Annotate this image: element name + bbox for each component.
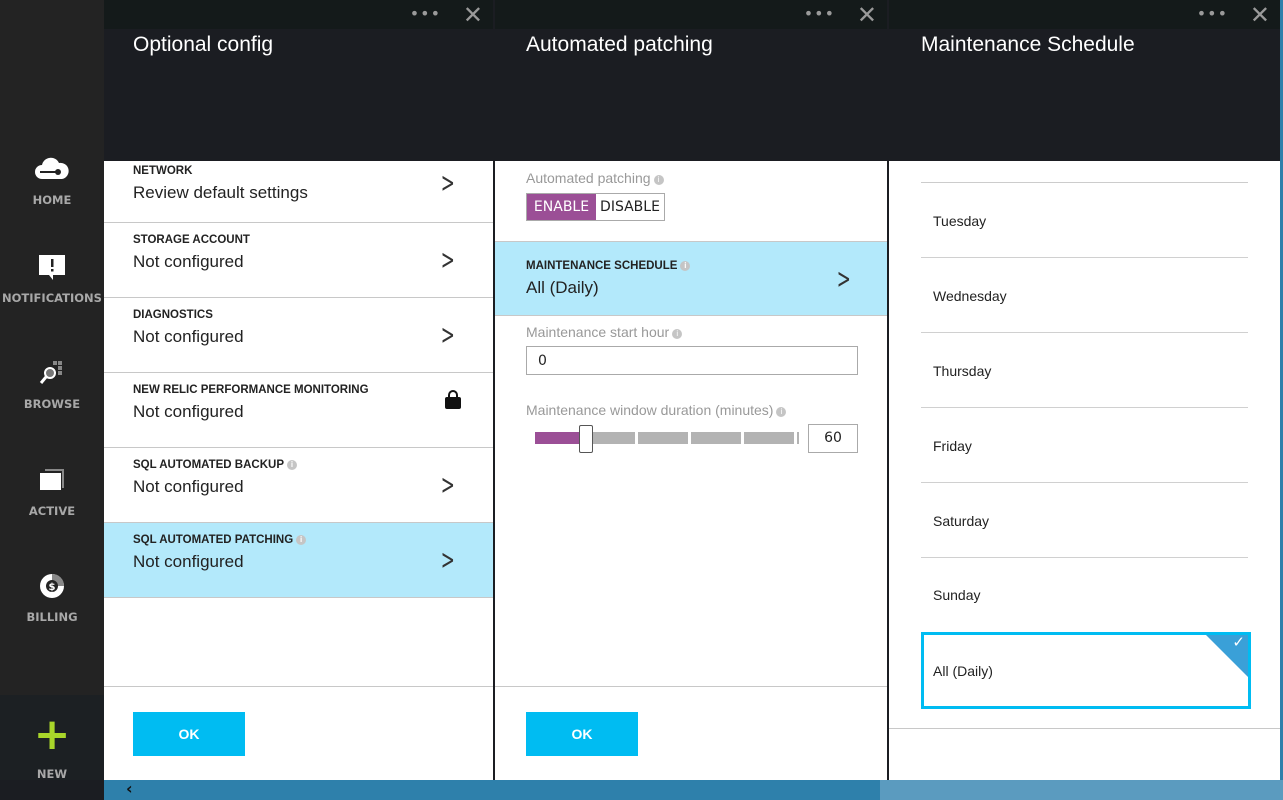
nav-label: ACTIVE bbox=[28, 504, 76, 518]
sidebar: HOME NOTIFICATIONS BROWSE ACTIVE $ BILLI… bbox=[0, 0, 104, 780]
blade-maintenance-schedule: ••• ✕ Maintenance Schedule Tuesday Wednes… bbox=[889, 0, 1280, 780]
row-storage[interactable]: STORAGE ACCOUNT Not configured > bbox=[104, 223, 493, 298]
info-icon[interactable]: i bbox=[287, 460, 297, 470]
new-label: NEW bbox=[36, 767, 68, 781]
info-icon[interactable]: i bbox=[672, 329, 683, 339]
horizontal-scrollbar[interactable]: ‹ bbox=[104, 779, 1283, 800]
day-option-selected[interactable]: All (Daily) ✓ bbox=[921, 632, 1251, 709]
chevron-right-icon: > bbox=[440, 468, 455, 501]
row-label: STORAGE ACCOUNT bbox=[133, 234, 250, 246]
ok-button[interactable]: OK bbox=[526, 712, 638, 756]
chevron-right-icon: > bbox=[440, 243, 455, 276]
row-value: Not configured bbox=[133, 477, 244, 496]
day-label: All (Daily) bbox=[933, 663, 993, 679]
row-label: DIAGNOSTICS bbox=[133, 309, 213, 321]
browse-icon bbox=[39, 361, 62, 384]
row-label: NETWORK bbox=[133, 165, 193, 177]
field-label: Maintenance start hour bbox=[526, 324, 670, 340]
lock-icon bbox=[445, 390, 461, 409]
duration-slider[interactable] bbox=[535, 425, 799, 453]
nav-label: HOME bbox=[32, 193, 72, 207]
disable-toggle[interactable]: DISABLE bbox=[596, 194, 664, 220]
nav-active[interactable]: ACTIVE bbox=[0, 466, 104, 518]
row-network[interactable]: NETWORK Review default settings > bbox=[104, 161, 493, 223]
scroll-thumb[interactable] bbox=[880, 780, 1283, 800]
row-sql-patching[interactable]: SQL AUTOMATED PATCHING i Not configured > bbox=[104, 523, 493, 598]
close-icon[interactable]: ✕ bbox=[857, 1, 877, 29]
active-icon bbox=[40, 469, 64, 490]
slider-thumb[interactable] bbox=[579, 425, 593, 453]
cloud-icon bbox=[35, 157, 69, 179]
enable-toggle[interactable]: ENABLE bbox=[527, 194, 596, 220]
plus-icon: + bbox=[33, 709, 71, 760]
nav-label: NOTIFICATIONS bbox=[2, 291, 102, 305]
scroll-left-icon[interactable]: ‹ bbox=[126, 779, 133, 798]
duration-input[interactable]: 60 bbox=[808, 424, 858, 453]
start-hour-input[interactable]: 0 bbox=[526, 346, 858, 375]
blade-title: Maintenance Schedule bbox=[889, 29, 1280, 161]
info-icon[interactable]: i bbox=[296, 535, 307, 545]
row-sql-backup[interactable]: SQL AUTOMATED BACKUP i Not configured > bbox=[104, 448, 493, 523]
ok-button[interactable]: OK bbox=[133, 712, 245, 756]
field-label: Automated patching bbox=[526, 170, 651, 186]
more-icon[interactable]: ••• bbox=[804, 4, 835, 23]
day-option[interactable]: Thursday bbox=[921, 333, 1248, 408]
new-button[interactable]: + NEW bbox=[0, 695, 104, 781]
close-icon[interactable]: ✕ bbox=[463, 1, 483, 29]
day-option[interactable]: Friday bbox=[921, 408, 1248, 483]
blade-optional-config: ••• ✕ Optional config NETWORK Review defau… bbox=[104, 0, 493, 780]
row-label: NEW RELIC PERFORMANCE MONITORING bbox=[133, 384, 369, 396]
more-icon[interactable]: ••• bbox=[1197, 4, 1228, 23]
day-option[interactable]: Wednesday bbox=[921, 258, 1248, 333]
row-new-relic: NEW RELIC PERFORMANCE MONITORING Not conf… bbox=[104, 373, 493, 448]
chevron-right-icon: > bbox=[836, 262, 851, 295]
nav-home[interactable]: HOME bbox=[0, 155, 104, 207]
notification-icon bbox=[39, 255, 65, 280]
row-label: SQL AUTOMATED PATCHING bbox=[133, 534, 294, 546]
nav-billing[interactable]: $ BILLING bbox=[0, 572, 104, 624]
chevron-right-icon: > bbox=[440, 543, 455, 576]
nav-label: BILLING bbox=[26, 610, 78, 624]
field-label: Maintenance window duration (minutes) bbox=[526, 402, 774, 418]
row-value: Review default settings bbox=[133, 183, 308, 202]
blade-title: Automated patching bbox=[495, 29, 887, 161]
info-icon[interactable]: i bbox=[680, 261, 691, 271]
row-value: Not configured bbox=[133, 327, 244, 346]
close-icon[interactable]: ✕ bbox=[1250, 1, 1270, 29]
chevron-right-icon: > bbox=[440, 166, 455, 199]
svg-text:$: $ bbox=[49, 582, 56, 593]
row-value: Not configured bbox=[133, 252, 244, 271]
chevron-right-icon: > bbox=[440, 318, 455, 351]
info-icon[interactable]: i bbox=[653, 175, 664, 185]
blade-automated-patching: ••• ✕ Automated patching Automated patchi… bbox=[495, 0, 887, 780]
nav-browse[interactable]: BROWSE bbox=[0, 359, 104, 411]
billing-icon: $ bbox=[40, 574, 64, 598]
row-label: SQL AUTOMATED BACKUP bbox=[133, 459, 284, 471]
row-label: MAINTENANCE SCHEDULE bbox=[526, 260, 678, 272]
blade-title: Optional config bbox=[104, 29, 493, 161]
info-icon[interactable]: i bbox=[776, 407, 787, 417]
nav-notifications[interactable]: NOTIFICATIONS bbox=[0, 253, 104, 305]
row-diagnostics[interactable]: DIAGNOSTICS Not configured > bbox=[104, 298, 493, 373]
row-maintenance-schedule[interactable]: MAINTENANCE SCHEDULE i All (Daily) > bbox=[495, 241, 887, 316]
day-option[interactable]: Sunday bbox=[921, 558, 1248, 632]
day-option[interactable]: Tuesday bbox=[921, 183, 1248, 258]
more-icon[interactable]: ••• bbox=[410, 4, 441, 23]
nav-label: BROWSE bbox=[23, 397, 81, 411]
day-option[interactable]: Saturday bbox=[921, 483, 1248, 558]
row-value: All (Daily) bbox=[526, 278, 599, 297]
row-value: Not configured bbox=[133, 552, 244, 571]
row-value: Not configured bbox=[133, 402, 244, 421]
